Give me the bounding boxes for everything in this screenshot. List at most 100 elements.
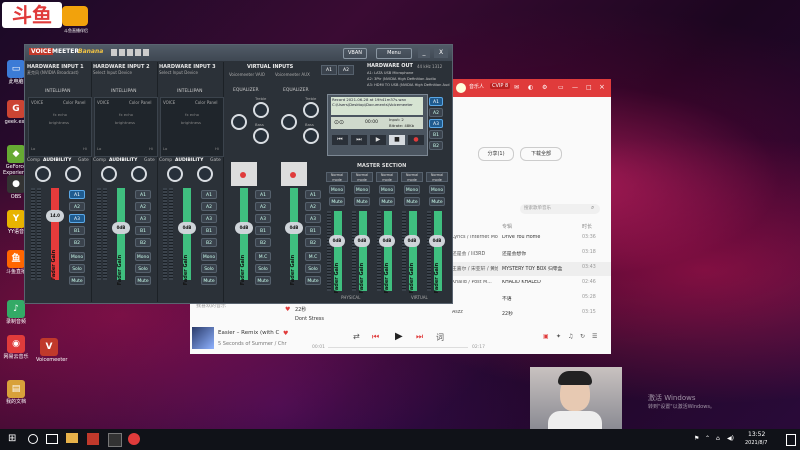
bus-a3-button[interactable]: A3: [305, 214, 321, 223]
intellipan-pad[interactable]: VOICE Color Panel fx echo brightness Lo Hi: [28, 97, 92, 157]
close-icon[interactable]: ×: [599, 83, 605, 91]
network-icon[interactable]: ⌂: [716, 435, 720, 442]
master-mute-button[interactable]: Mute: [354, 197, 370, 206]
intellipan-pad[interactable]: VOICE Color Panel fx echo brightness Lo Hi: [94, 97, 158, 157]
bus-a3-button[interactable]: A3: [201, 214, 217, 223]
recorder-a1-button[interactable]: A1: [429, 97, 443, 106]
strip-device-select[interactable]: Select Input Device: [91, 70, 157, 75]
strip-device-select[interactable]: 麦克风 (NVIDIA Broadcast): [25, 70, 91, 76]
fader-cap[interactable]: 0dB: [235, 222, 253, 234]
forward-button[interactable]: ⏭: [351, 135, 367, 145]
mc-button[interactable]: M.C: [255, 252, 271, 261]
mono-button[interactable]: Mono: [69, 252, 85, 261]
music-user[interactable]: 音乐人: [469, 83, 484, 90]
treble-knob[interactable]: [303, 102, 319, 118]
mid-knob[interactable]: [231, 114, 247, 130]
table-row[interactable]: 还是会 / lil3RD 还是会想你 03:18: [450, 247, 611, 261]
master-fader-cap[interactable]: 0dB: [404, 235, 420, 247]
master-fader-cap[interactable]: 0dB: [429, 235, 445, 247]
bus-a3-button[interactable]: A3: [255, 214, 271, 223]
virtual-device-2[interactable]: Voicemeeter AUX: [275, 72, 310, 77]
solo-button[interactable]: Solo: [201, 264, 217, 273]
master-mode-button[interactable]: Normal mode: [426, 172, 448, 182]
mute-button[interactable]: Mute: [135, 276, 151, 285]
settings-icon[interactable]: ⚙: [542, 84, 547, 91]
theme-icon[interactable]: ◐: [528, 84, 533, 91]
prev-icon[interactable]: ⏮: [372, 332, 379, 342]
partial-track-title[interactable]: 22秒: [295, 306, 306, 313]
bus-a1-button[interactable]: A1: [69, 190, 85, 199]
table-row[interactable]: Khalid / Post M... KHALID KHALED 02:46: [450, 277, 611, 291]
rewind-button[interactable]: ⏮: [332, 135, 348, 145]
tray-icon-1[interactable]: ⚑: [694, 435, 699, 442]
bus-b2-button[interactable]: B2: [69, 238, 85, 247]
master-mode-button[interactable]: Normal mode: [326, 172, 348, 182]
bus-b2-button[interactable]: B2: [135, 238, 151, 247]
master-mono-button[interactable]: Mono: [429, 185, 445, 194]
bus-a1-button[interactable]: A1: [201, 190, 217, 199]
treble-knob[interactable]: [253, 102, 269, 118]
strip-device-select[interactable]: Select Input Device: [157, 70, 223, 75]
desktop-icon[interactable]: ◉ 网易云音乐: [3, 335, 29, 360]
hw-out-a2-select[interactable]: A2: [338, 65, 354, 75]
playlist-icon[interactable]: ☰: [592, 333, 597, 340]
mute-button[interactable]: Mute: [305, 276, 321, 285]
mid-knob[interactable]: [281, 114, 297, 130]
bass-knob[interactable]: [303, 128, 319, 144]
bus-b1-button[interactable]: B1: [135, 226, 151, 235]
clock-date[interactable]: 2021/8/7: [745, 440, 767, 446]
volume-icon[interactable]: ◀): [727, 435, 734, 442]
table-row[interactable]: 不语 05:28: [450, 292, 611, 306]
master-mode-button[interactable]: Normal mode: [401, 172, 423, 182]
share-button[interactable]: 分享(1): [478, 147, 514, 161]
master-mode-button[interactable]: Normal mode: [376, 172, 398, 182]
play-button[interactable]: ▶: [370, 135, 386, 145]
bus-a2-button[interactable]: A2: [305, 202, 321, 211]
minimize-button[interactable]: _: [418, 48, 430, 58]
music-search[interactable]: 搜索歌单音乐 ⌕: [520, 204, 600, 214]
menu-button[interactable]: Menu: [376, 48, 412, 59]
recorder-b2-button[interactable]: B2: [429, 141, 443, 150]
virtual-device-1[interactable]: Voicemeeter VAIO: [229, 72, 265, 77]
bus-a3-button[interactable]: A3: [135, 214, 151, 223]
master-mono-button[interactable]: Mono: [354, 185, 370, 194]
maximize-icon[interactable]: □: [586, 84, 592, 91]
song-title[interactable]: Easier – Remix (with C: [218, 330, 279, 336]
master-mute-button[interactable]: Mute: [329, 197, 345, 206]
avatar[interactable]: [456, 83, 466, 93]
bass-knob[interactable]: [253, 128, 269, 144]
close-button[interactable]: X: [434, 48, 448, 58]
quality-icon[interactable]: ▣: [543, 333, 549, 340]
like-icon[interactable]: ♥: [283, 330, 288, 337]
next-icon[interactable]: ⏭: [416, 332, 423, 342]
gate-knob[interactable]: [131, 166, 147, 182]
mini-mode-icon[interactable]: ▭: [558, 84, 564, 91]
bus-b2-button[interactable]: B2: [201, 238, 217, 247]
album-cover[interactable]: [192, 327, 214, 349]
record-button[interactable]: ●: [408, 135, 424, 145]
clock-time[interactable]: 13:52: [748, 431, 765, 438]
hw-out-dev-a1[interactable]: A1: LATA USB Microphone: [367, 71, 413, 75]
desktop-icon[interactable]: V Voicemeeter: [36, 338, 67, 363]
bus-b1-button[interactable]: B1: [201, 226, 217, 235]
master-mute-button[interactable]: Mute: [379, 197, 395, 206]
fader-cap[interactable]: 0dB: [112, 222, 130, 234]
bus-a2-button[interactable]: A2: [255, 202, 271, 211]
task-view-icon[interactable]: [46, 434, 58, 444]
app-task-icon[interactable]: [108, 433, 122, 447]
bus-b1-button[interactable]: B1: [255, 226, 271, 235]
comp-knob[interactable]: [167, 166, 183, 182]
shuffle-icon[interactable]: ⇄: [353, 332, 360, 341]
lyrics-icon[interactable]: 词: [436, 332, 444, 343]
notification-icon[interactable]: [786, 434, 796, 446]
fader-cap[interactable]: 0dB: [178, 222, 196, 234]
partial-track-title-2[interactable]: Dont Stress: [295, 316, 324, 322]
bus-a2-button[interactable]: A2: [201, 202, 217, 211]
play-icon[interactable]: ▶: [395, 331, 403, 342]
solo-button[interactable]: Solo: [305, 264, 321, 273]
bus-a2-button[interactable]: A2: [69, 202, 85, 211]
fader-cap[interactable]: 14.0: [46, 210, 64, 222]
bus-a1-button[interactable]: A1: [255, 190, 271, 199]
table-row[interactable]: Lyrics / Internet Mo... Drive You Home 03:…: [450, 232, 611, 246]
gate-knob[interactable]: [197, 166, 213, 182]
